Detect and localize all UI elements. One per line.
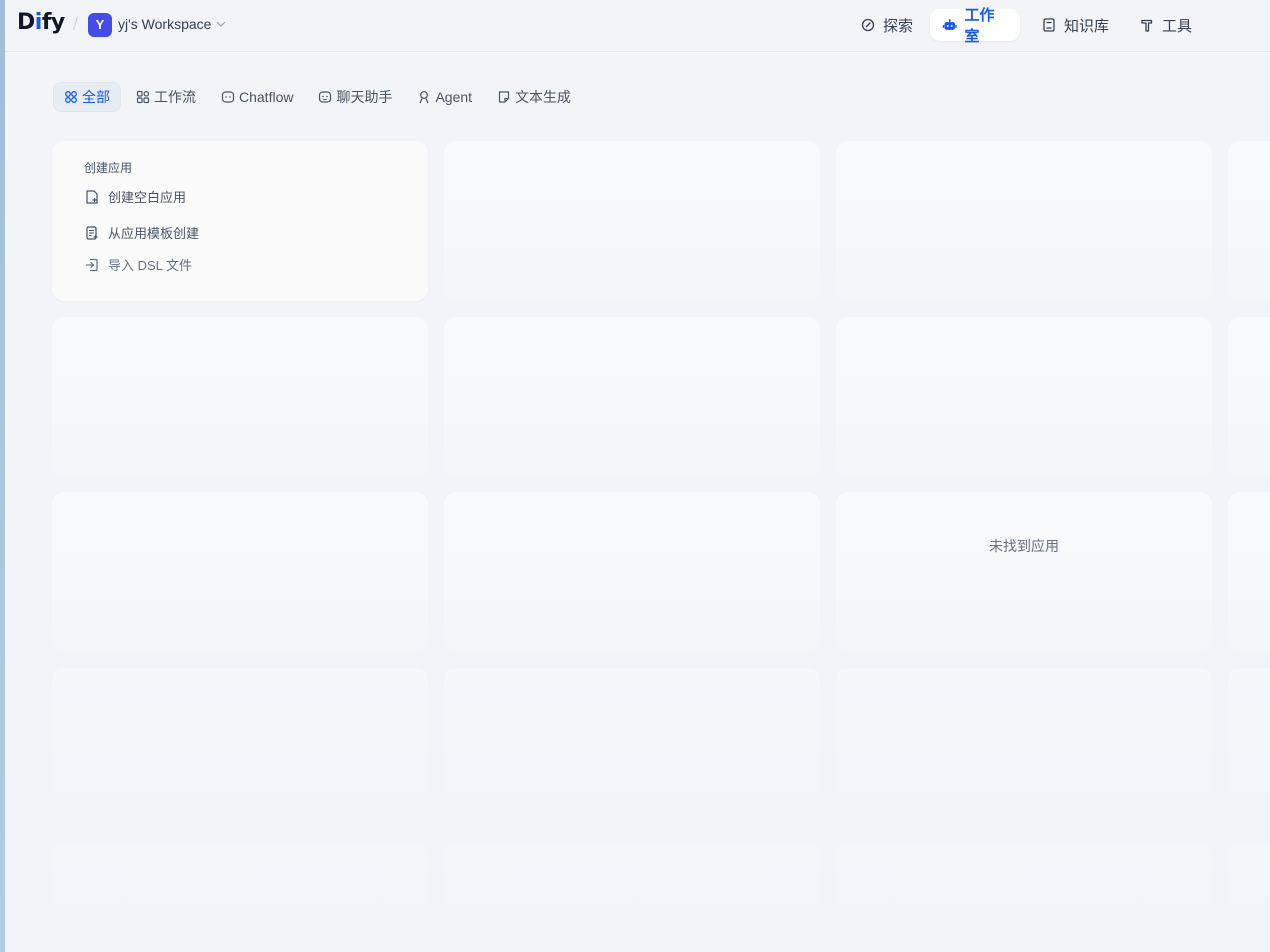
app-card-placeholder [836,843,1212,933]
note-icon [498,91,510,103]
workspace-avatar[interactable]: Y [88,13,112,37]
app-card-placeholder [444,843,820,933]
nav-tools[interactable]: 工具 [1127,9,1204,41]
chevron-down-icon[interactable] [214,17,228,31]
app-root: Dify / Y yj's Workspace 探索 工作室 知识库 工具 全部 [5,0,1270,952]
tab-agent[interactable]: Agent [407,82,482,112]
import-icon [85,258,98,271]
chat-bubble-icon [221,91,235,103]
create-app-card: 创建应用 创建空白应用 从应用模板创建 导入 DSL 文件 [52,141,428,301]
nav-explore[interactable]: 探索 [848,9,925,41]
logo-divider: / [73,14,79,34]
app-card-placeholder [1228,492,1270,652]
tab-chatflow[interactable]: Chatflow [211,82,303,112]
import-dsl-button[interactable]: 导入 DSL 文件 [84,255,192,274]
create-blank-app-label: 创建空白应用 [108,190,187,205]
compass-icon [861,18,875,32]
app-card-placeholder [444,141,820,301]
agent-icon [419,91,430,104]
app-card-placeholder [52,668,428,828]
import-dsl-label: 导入 DSL 文件 [108,258,193,273]
nav-studio-label: 工作室 [964,7,995,45]
empty-state-card: 未找到应用 [836,492,1212,652]
file-plus-icon [86,189,98,204]
app-card-placeholder [444,668,820,828]
create-blank-app-button[interactable]: 创建空白应用 [84,187,186,206]
tab-chatflow-label: Chatflow [239,89,294,105]
create-from-template-button[interactable]: 从应用模板创建 [84,223,199,242]
app-card-placeholder [444,317,820,477]
app-card-placeholder [1228,317,1270,477]
template-icon [86,225,98,240]
tab-chat-assistant-label: 聊天助手 [336,89,393,105]
app-card-placeholder [444,492,820,652]
book-icon [1043,18,1055,32]
workspace-name[interactable]: yj's Workspace [118,16,211,32]
nav-knowledge-label: 知识库 [1064,17,1110,35]
app-card-placeholder [52,843,428,933]
workflow-icon [136,90,150,104]
app-card-placeholder [836,141,1212,301]
tab-text-generation-label: 文本生成 [515,89,572,105]
app-type-tabs: 全部 工作流 Chatflow 聊天助手 Agent 文本生成 [53,82,586,112]
grid-icon [65,91,77,103]
app-card-placeholder [836,317,1212,477]
nav-tools-label: 工具 [1162,17,1193,35]
app-card-placeholder [836,668,1212,828]
dify-logo[interactable]: Dify [17,10,65,35]
tab-all-label: 全部 [82,89,110,105]
nav-explore-label: 探索 [883,17,914,35]
tab-chat-assistant[interactable]: 聊天助手 [308,82,402,112]
app-card-placeholder [52,317,428,477]
create-from-template-label: 从应用模板创建 [108,226,200,241]
nav-knowledge[interactable]: 知识库 [1029,9,1121,41]
hammer-icon [1141,19,1153,32]
app-card-placeholder [1228,843,1270,933]
top-header: Dify / Y yj's Workspace 探索 工作室 知识库 工具 [5,0,1270,52]
tab-workflow[interactable]: 工作流 [126,82,206,112]
app-card-placeholder [52,492,428,652]
create-app-title: 创建应用 [84,161,133,175]
tab-agent-label: Agent [435,89,473,105]
tab-workflow-label: 工作流 [154,89,196,105]
tab-all[interactable]: 全部 [53,82,121,112]
chat-bot-icon [319,91,332,103]
empty-state-message: 未找到应用 [989,538,1059,554]
app-card-placeholder [1228,141,1270,301]
tab-text-generation[interactable]: 文本生成 [487,82,581,112]
robot-icon [942,19,957,30]
app-card-placeholder [1228,668,1270,828]
nav-studio[interactable]: 工作室 [930,7,1020,45]
